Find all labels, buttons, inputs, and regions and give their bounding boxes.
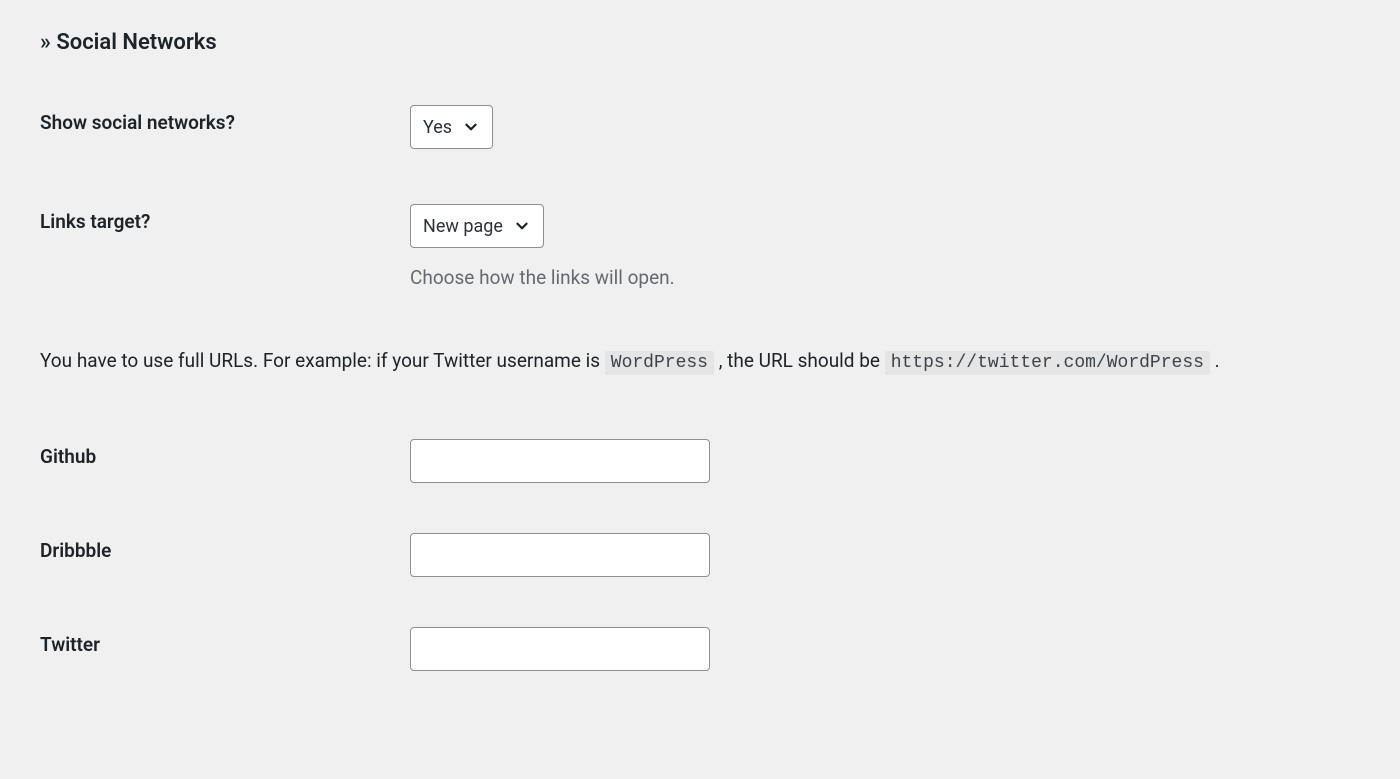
chevron-down-icon bbox=[513, 217, 531, 235]
row-links-target: Links target? New page Choose how the li… bbox=[40, 204, 1360, 289]
select-show-social-value: Yes bbox=[423, 117, 452, 138]
select-show-social[interactable]: Yes bbox=[410, 105, 493, 149]
label-links-target: Links target? bbox=[40, 204, 410, 233]
row-dribbble: Dribbble bbox=[40, 533, 1360, 577]
desc-part1: You have to use full URLs. For example: … bbox=[40, 349, 605, 372]
label-github: Github bbox=[40, 439, 410, 468]
desc-part2: , the URL should be bbox=[719, 349, 885, 372]
section-title: » Social Networks bbox=[40, 30, 1360, 55]
chevron-down-icon bbox=[462, 118, 480, 136]
input-twitter[interactable] bbox=[410, 627, 710, 671]
control-twitter bbox=[410, 627, 1360, 671]
select-links-target-value: New page bbox=[423, 216, 503, 237]
label-show-social: Show social networks? bbox=[40, 105, 410, 134]
label-twitter: Twitter bbox=[40, 627, 410, 656]
row-show-social: Show social networks? Yes bbox=[40, 105, 1360, 149]
label-dribbble: Dribbble bbox=[40, 533, 410, 562]
desc-code-url: https://twitter.com/WordPress bbox=[885, 351, 1210, 375]
input-github[interactable] bbox=[410, 439, 710, 483]
select-links-target[interactable]: New page bbox=[410, 204, 544, 248]
section-title-prefix: » bbox=[40, 30, 51, 55]
section-title-text: Social Networks bbox=[56, 30, 216, 55]
row-twitter: Twitter bbox=[40, 627, 1360, 671]
row-github: Github bbox=[40, 439, 1360, 483]
desc-code-username: WordPress bbox=[605, 351, 714, 375]
control-github bbox=[410, 439, 1360, 483]
control-dribbble bbox=[410, 533, 1360, 577]
help-links-target: Choose how the links will open. bbox=[410, 266, 1360, 289]
desc-part3: . bbox=[1215, 349, 1220, 372]
input-dribbble[interactable] bbox=[410, 533, 710, 577]
control-show-social: Yes bbox=[410, 105, 1360, 149]
control-links-target: New page Choose how the links will open. bbox=[410, 204, 1360, 289]
url-description: You have to use full URLs. For example: … bbox=[40, 344, 1360, 379]
